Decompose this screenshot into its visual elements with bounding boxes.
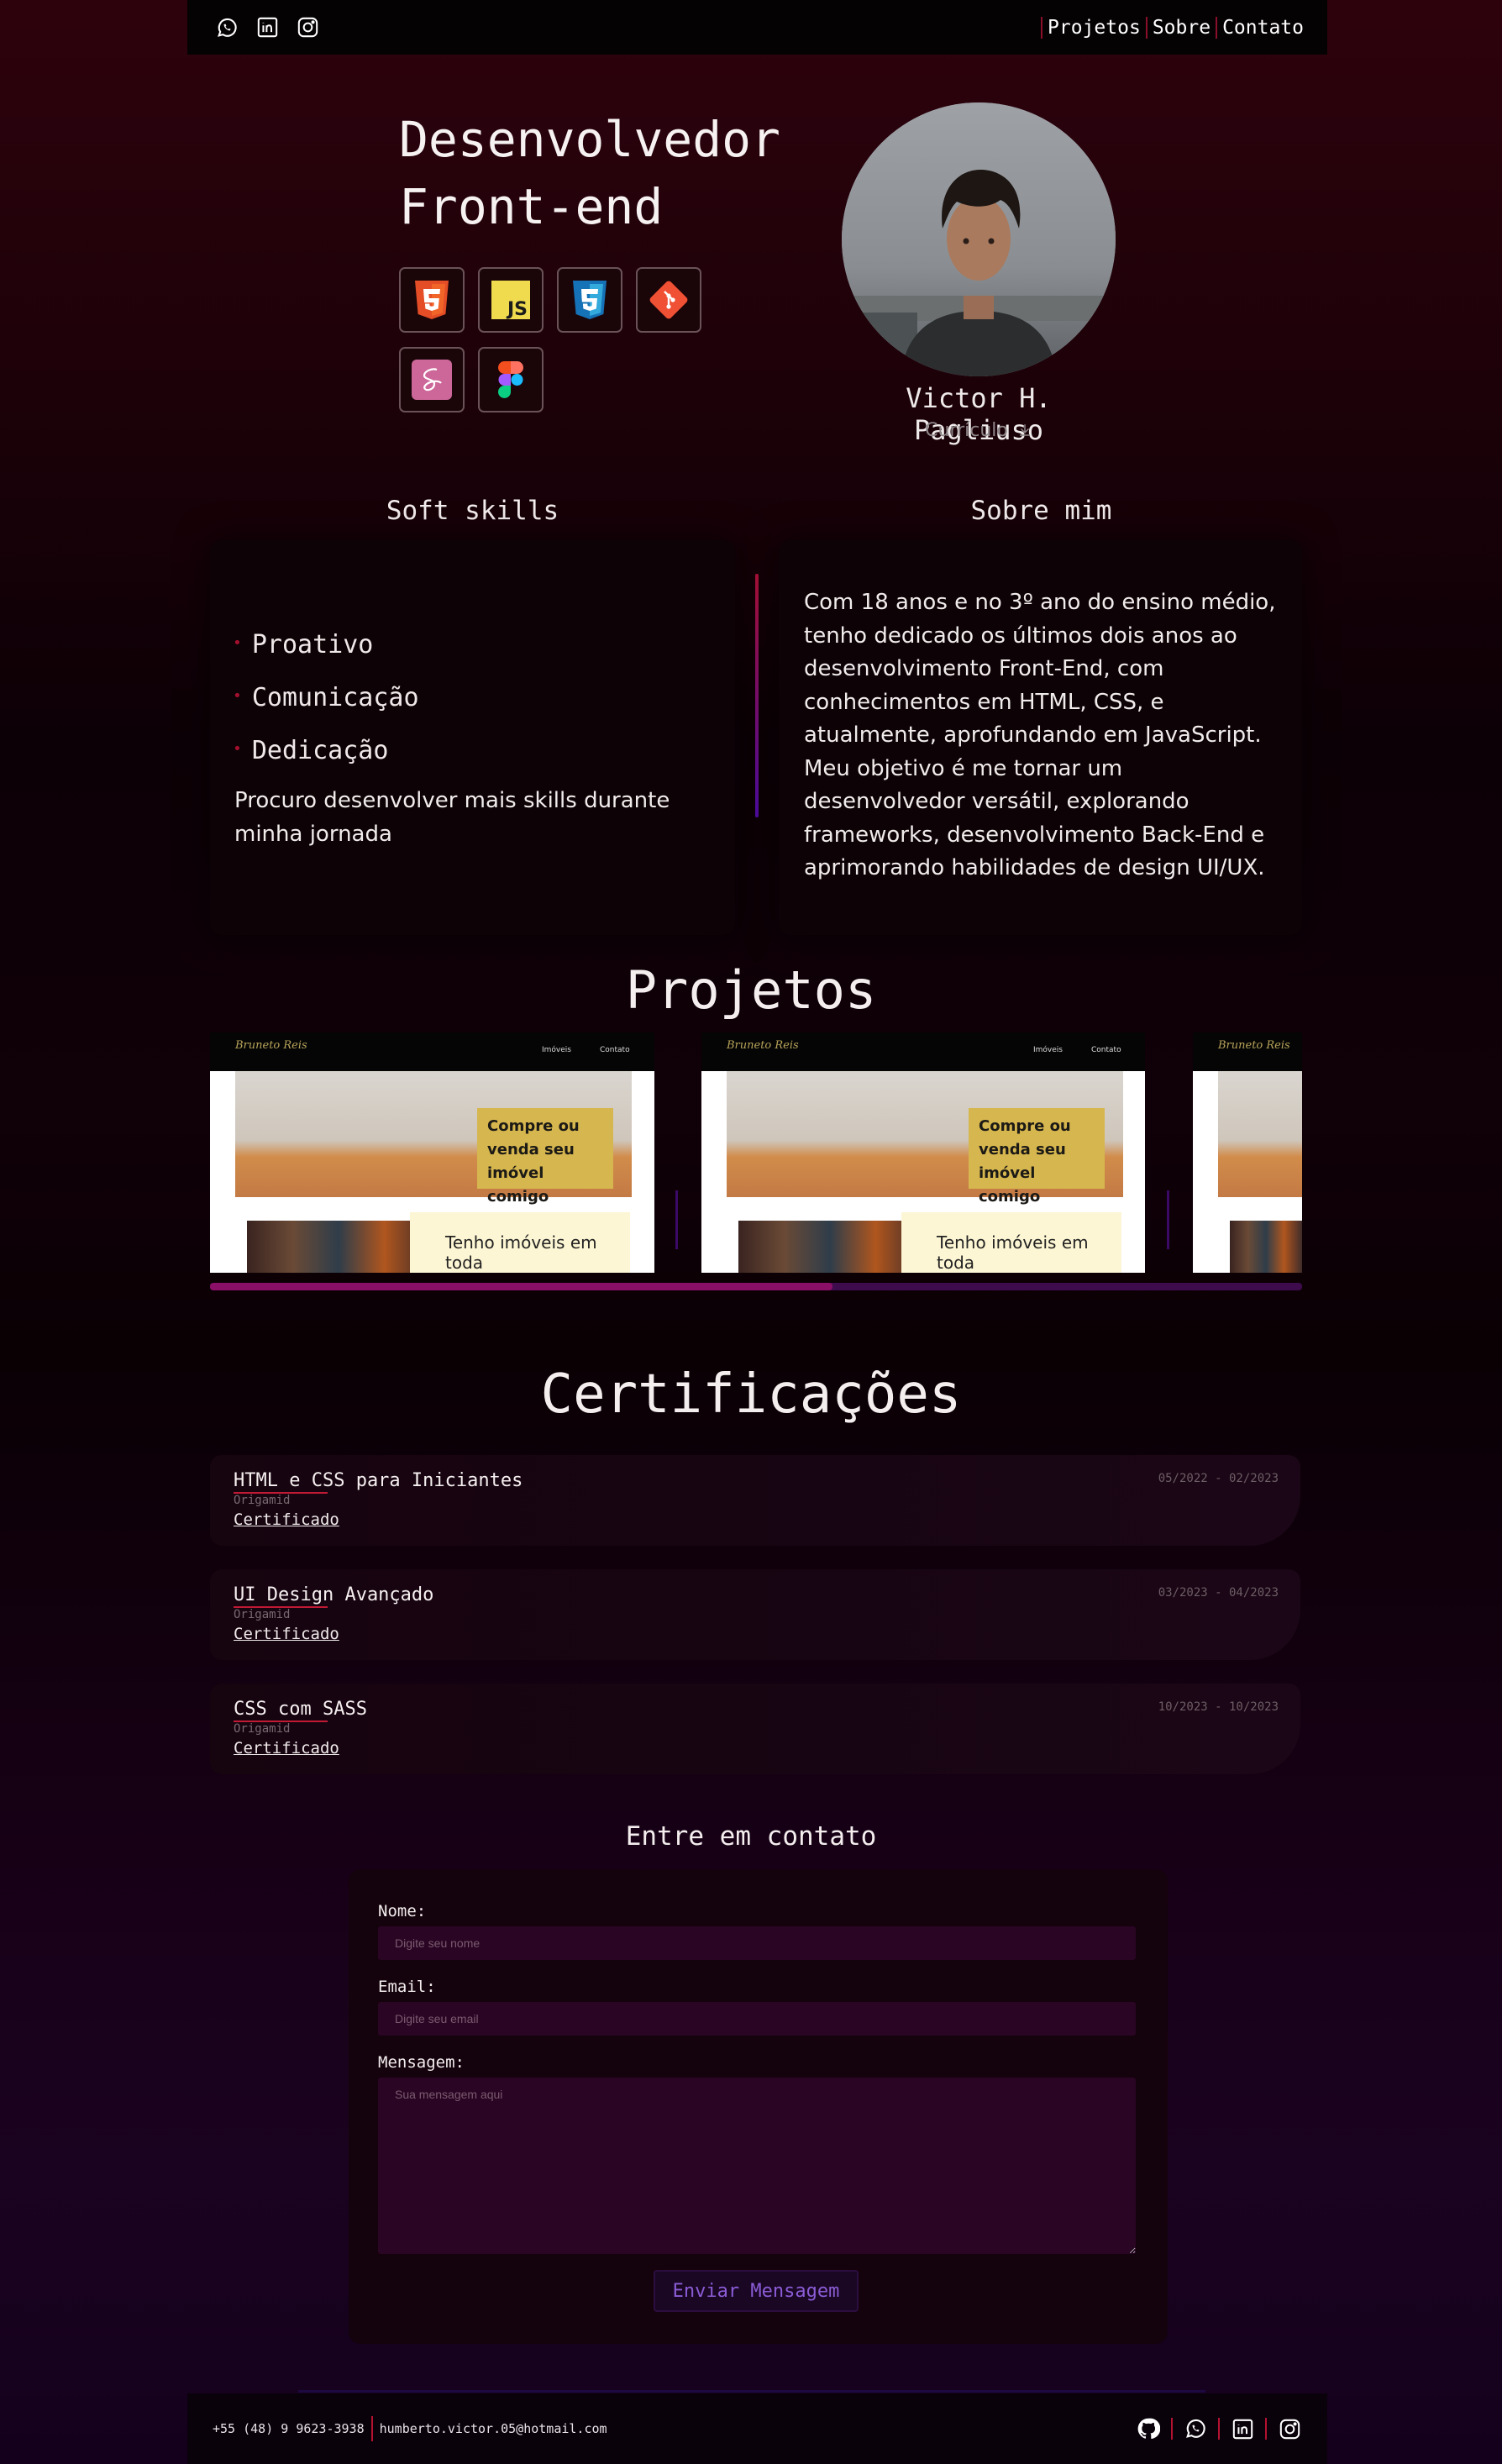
- project-site-navbar: Bruneto Reis: [1193, 1032, 1302, 1071]
- certification-item: CSS com SASS Origamid Certificado 10/202…: [210, 1684, 1300, 1774]
- css3-icon: [557, 267, 622, 333]
- hero-title-line1: Desenvolvedor: [399, 111, 780, 168]
- header-social-links: [214, 15, 320, 40]
- certifications-heading: Certificações: [540, 1363, 962, 1426]
- soft-skills-heading: Soft skills: [386, 496, 559, 526]
- footer-separator: [1171, 2418, 1173, 2440]
- footer-contact-info: +55 (48) 9 9623-3938 humberto.victor.05@…: [213, 2416, 607, 2441]
- project-logo: Bruneto Reis: [1218, 1039, 1290, 1052]
- certification-date: 10/2023 - 10/2023: [1158, 1700, 1279, 1714]
- project-logo: Bruneto Reis: [235, 1039, 307, 1052]
- figma-icon: [478, 347, 544, 412]
- certification-title: CSS com SASS: [234, 1699, 367, 1720]
- project-separator: [675, 1190, 678, 1249]
- project-site-navbar: Bruneto Reis Imóveis Contato: [210, 1032, 654, 1071]
- footer-separator: [1218, 2418, 1220, 2440]
- email-label: Email:: [378, 1978, 436, 1996]
- send-message-button[interactable]: Enviar Mensagem: [654, 2270, 859, 2312]
- list-item: Proativo: [233, 620, 419, 673]
- whatsapp-icon[interactable]: [214, 15, 239, 40]
- certification-org: Origamid: [234, 1494, 291, 1507]
- html5-icon: [399, 267, 465, 333]
- project-photo: [247, 1221, 430, 1273]
- name-input[interactable]: [378, 1926, 1136, 1960]
- skills-note: Procuro desenvolver mais skills durante …: [234, 788, 670, 847]
- certification-org: Origamid: [234, 1608, 291, 1621]
- linkedin-icon[interactable]: [1230, 2416, 1255, 2441]
- cv-download-link[interactable]: Currículo: [842, 420, 1116, 441]
- git-icon: [636, 267, 701, 333]
- about-heading: Sobre mim: [970, 496, 1112, 526]
- project-photo: [738, 1221, 922, 1273]
- nav-link-projetos[interactable]: Projetos: [1041, 16, 1141, 39]
- project-caption: Tenho imóveis em toda: [901, 1212, 1121, 1273]
- certification-item: UI Design Avançado Origamid Certificado …: [210, 1569, 1300, 1660]
- footer-social-links: [1136, 2416, 1302, 2441]
- top-navbar: Projetos Sobre Contato: [187, 0, 1327, 55]
- footer: +55 (48) 9 9623-3938 humberto.victor.05@…: [187, 2393, 1327, 2464]
- soft-skills-list: Proativo Comunicação Dedicação: [233, 620, 419, 779]
- list-item: Dedicação: [233, 726, 419, 779]
- instagram-icon[interactable]: [295, 15, 320, 40]
- certification-date: 05/2022 - 02/2023: [1158, 1472, 1279, 1485]
- project-nav-contato: Contato: [600, 1046, 630, 1054]
- project-separator: [1167, 1190, 1169, 1249]
- project-photo: [1230, 1221, 1302, 1273]
- project-site-navbar: Bruneto Reis Imóveis Contato: [701, 1032, 1145, 1071]
- svg-text:JS: JS: [506, 299, 528, 319]
- project-card[interactable]: Bruneto Reis Imóveis Contato Compre ou v…: [701, 1032, 1145, 1273]
- certification-title: UI Design Avançado: [234, 1584, 434, 1605]
- certification-org: Origamid: [234, 1722, 291, 1736]
- instagram-icon[interactable]: [1277, 2416, 1302, 2441]
- hero-title: Desenvolvedor Front-end: [399, 106, 780, 240]
- footer-separator: [1265, 2418, 1267, 2440]
- certificate-link[interactable]: Certificado: [234, 1625, 339, 1643]
- list-item: Comunicação: [233, 673, 419, 726]
- main-nav: Projetos Sobre Contato: [1041, 16, 1304, 39]
- github-icon[interactable]: [1136, 2416, 1161, 2441]
- certificate-link[interactable]: Certificado: [234, 1739, 339, 1757]
- contact-heading: Entre em contato: [625, 1821, 877, 1852]
- message-textarea[interactable]: [378, 2078, 1136, 2254]
- project-banner: Compre ou venda seu imóvel comigo: [477, 1108, 613, 1206]
- certification-title: HTML e CSS para Iniciantes: [234, 1470, 523, 1491]
- name-label: Nome:: [378, 1902, 427, 1920]
- footer-email: humberto.victor.05@hotmail.com: [379, 2421, 607, 2436]
- certification-item: HTML e CSS para Iniciantes Origamid Cert…: [210, 1455, 1300, 1546]
- linkedin-icon[interactable]: [255, 15, 280, 40]
- download-icon: [1019, 424, 1030, 436]
- certificate-link[interactable]: Certificado: [234, 1510, 339, 1529]
- sass-icon: [399, 347, 465, 412]
- project-caption: Tenho imóveis em toda: [410, 1212, 630, 1273]
- profile-photo: [842, 102, 1116, 376]
- projects-scrollbar[interactable]: [210, 1283, 1302, 1290]
- project-card[interactable]: Bruneto Reis: [1193, 1032, 1302, 1273]
- project-nav-contato: Contato: [1091, 1046, 1121, 1054]
- hero-title-line2: Front-end: [399, 178, 664, 235]
- project-hero-image: [1218, 1071, 1302, 1197]
- projects-heading: Projetos: [625, 959, 877, 1021]
- section-divider: [755, 574, 759, 817]
- nav-link-contato[interactable]: Contato: [1216, 16, 1304, 39]
- project-banner: Compre ou venda seu imóvel comigo: [969, 1108, 1105, 1206]
- message-label: Mensagem:: [378, 2053, 465, 2072]
- footer-top-line: [298, 2390, 1205, 2393]
- project-nav-imoveis: Imóveis: [1033, 1046, 1063, 1054]
- project-card[interactable]: Bruneto Reis Imóveis Contato Compre ou v…: [210, 1032, 654, 1273]
- nav-link-sobre[interactable]: Sobre: [1145, 16, 1211, 39]
- email-input[interactable]: [378, 2002, 1136, 2036]
- footer-separator: [370, 2416, 373, 2441]
- footer-phone: +55 (48) 9 9623-3938: [213, 2421, 365, 2436]
- project-logo: Bruneto Reis: [727, 1039, 799, 1052]
- cv-label: Currículo: [925, 420, 1008, 441]
- whatsapp-icon[interactable]: [1183, 2416, 1208, 2441]
- projects-scrollbar-thumb[interactable]: [210, 1283, 832, 1290]
- javascript-icon: JS: [478, 267, 544, 333]
- certification-date: 03/2023 - 04/2023: [1158, 1586, 1279, 1600]
- project-nav-imoveis: Imóveis: [542, 1046, 571, 1054]
- about-text: Com 18 anos e no 3º ano do ensino médio,…: [804, 590, 1276, 880]
